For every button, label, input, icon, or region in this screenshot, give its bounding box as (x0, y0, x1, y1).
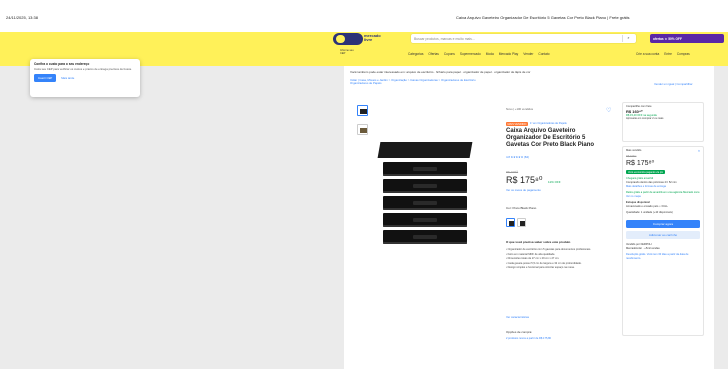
later-button[interactable]: Mais tarde (61, 76, 74, 80)
cep-popup: Confira o custo para o seu endereço Insi… (30, 59, 140, 97)
popup-text: Insira seu CEP para verificar os custos … (34, 66, 132, 71)
old-price: R$ 199⁰⁰ (506, 170, 519, 174)
location-selector[interactable]: Informe seu CEP (340, 49, 354, 55)
logo-text: mercado livre (364, 34, 381, 42)
return-policy[interactable]: Devolução grátis. Você tem 30 dias a par… (626, 253, 700, 260)
related-searches[interactable]: Você também pode estar interessado em: a… (350, 70, 530, 74)
breadcrumb[interactable]: Voltar | Casa, Móveis e Jardim > Organiz… (350, 78, 476, 86)
buy-now-button[interactable]: Comprar agora (626, 220, 700, 229)
search-placeholder: Buscar produtos, marcas e muito mais… (414, 36, 476, 41)
buy-box-price: R$ 175⁸⁰ (626, 160, 655, 168)
nav-item[interactable]: Supermercado (460, 52, 481, 56)
product-title: Caixa Arquivo Gaveteiro Organizador De E… (506, 128, 595, 148)
main-nav: Categorias Ofertas Cupons Supermercado M… (408, 52, 550, 56)
favorite-heart-icon[interactable]: ♡ (606, 107, 611, 114)
share-links[interactable]: Vender um igual | Compartilhar (654, 82, 693, 86)
color-label: Cor: Preto Black Piano (506, 206, 537, 210)
product-image[interactable] (375, 142, 475, 252)
nav-item[interactable]: Mercado Play (499, 52, 519, 56)
see-features-link[interactable]: Ver características (506, 315, 529, 319)
insert-cep-button[interactable]: Inserir CEP (34, 73, 57, 82)
ranking-link[interactable]: 1º em Organizadores de Papéis (530, 122, 567, 125)
side-promo-box: Compartilhe com frete R$ 160⁴⁰ R$ 15,40 … (622, 102, 704, 142)
page-title: Caixa Arquivo Gaveteiro Organizador De E… (456, 15, 630, 20)
breadcrumb-line2[interactable]: Organizadores de Papéis (350, 81, 476, 85)
current-price: R$ 175⁸⁰ (506, 175, 543, 185)
promo-banner[interactable]: ofertas ★ 50% OFF (650, 34, 724, 43)
logo-icon[interactable] (333, 33, 363, 45)
nav-item[interactable]: Cupons (444, 52, 455, 56)
promo-text: ofertas ★ 50% OFF (653, 36, 682, 41)
list-item: Design simples e funcional para otimizar… (506, 266, 616, 271)
search-icon[interactable]: ⌕ (622, 35, 634, 42)
nav-item[interactable]: Moda (486, 52, 494, 56)
logo-line2: livre (364, 37, 373, 42)
nav-item[interactable]: Ofertas (428, 52, 438, 56)
seller-reputation: MercadoLíder · +5mil vendas (626, 246, 660, 250)
purchase-options-link[interactable]: 2 produtos novos a partir de R$ 175,80 (506, 337, 551, 340)
color-swatch-black[interactable] (506, 218, 515, 227)
quantity-selector[interactable]: Quantidade: 1 unidade (+10 disponíveis) (626, 211, 700, 215)
pix-tag: Você economiza pagando via pix (626, 170, 665, 175)
nav-item[interactable]: Vender (523, 52, 533, 56)
promo-line4: Aproveite em comprar 2 ou mais (626, 117, 664, 121)
close-icon[interactable]: × (698, 149, 700, 153)
buy-box: × Mais vendido R$ 199⁰⁰ R$ 175⁸⁰ Você ec… (622, 146, 704, 336)
buy-box-label: Mais vendido (626, 149, 642, 152)
feature-list: Organizador de escritório com 5 gavetas … (506, 248, 616, 271)
timestamp: 24/11/2025, 13:38 (6, 15, 38, 20)
nav-item[interactable]: Contato (538, 52, 549, 56)
browser-top-bar: 24/11/2025, 13:38 Caixa Arquivo Gaveteir… (0, 0, 728, 32)
buy-box-old-price: R$ 199⁰⁰ (626, 154, 637, 158)
account-link[interactable]: Crie a sua conta (636, 52, 659, 56)
product-condition: Novo | +100 vendidos (506, 107, 534, 111)
popup-title: Confira o custo para o seu endereço (34, 62, 90, 66)
account-link[interactable]: Compras (677, 52, 690, 56)
best-seller-badge: MAIS VENDIDO (506, 122, 528, 126)
nav-item[interactable]: Categorias (408, 52, 423, 56)
search-input[interactable]: Buscar produtos, marcas e muito mais… (411, 34, 636, 43)
account-nav: Crie a sua conta Entre Compras (636, 52, 690, 56)
about-title: O que você precisa saber sobre este prod… (506, 240, 571, 244)
left-background (0, 66, 344, 369)
thumbnail-1[interactable] (357, 105, 368, 116)
right-background (714, 66, 728, 369)
stock-desc: Armazenado e enviado pelo ⚡ FULL (626, 204, 668, 208)
color-swatch-alt[interactable] (517, 218, 526, 227)
purchase-options-title: Opções de compra: (506, 330, 533, 334)
map-link[interactable]: Ver no mapa (626, 195, 700, 199)
add-to-cart-button[interactable]: Adicionar ao carrinho (626, 231, 700, 240)
shipping-link[interactable]: Mais detalhes e formas de entrega (626, 185, 700, 189)
product-rating[interactable]: 4.8 ★★★★★ (84) (506, 155, 529, 159)
discount-label: 11% OFF (548, 180, 561, 184)
payment-methods-link[interactable]: Ver os meios de pagamento (506, 188, 541, 192)
thumbnail-2[interactable] (357, 124, 368, 135)
location-line2: CEP (340, 52, 346, 55)
account-link[interactable]: Entre (664, 52, 672, 56)
